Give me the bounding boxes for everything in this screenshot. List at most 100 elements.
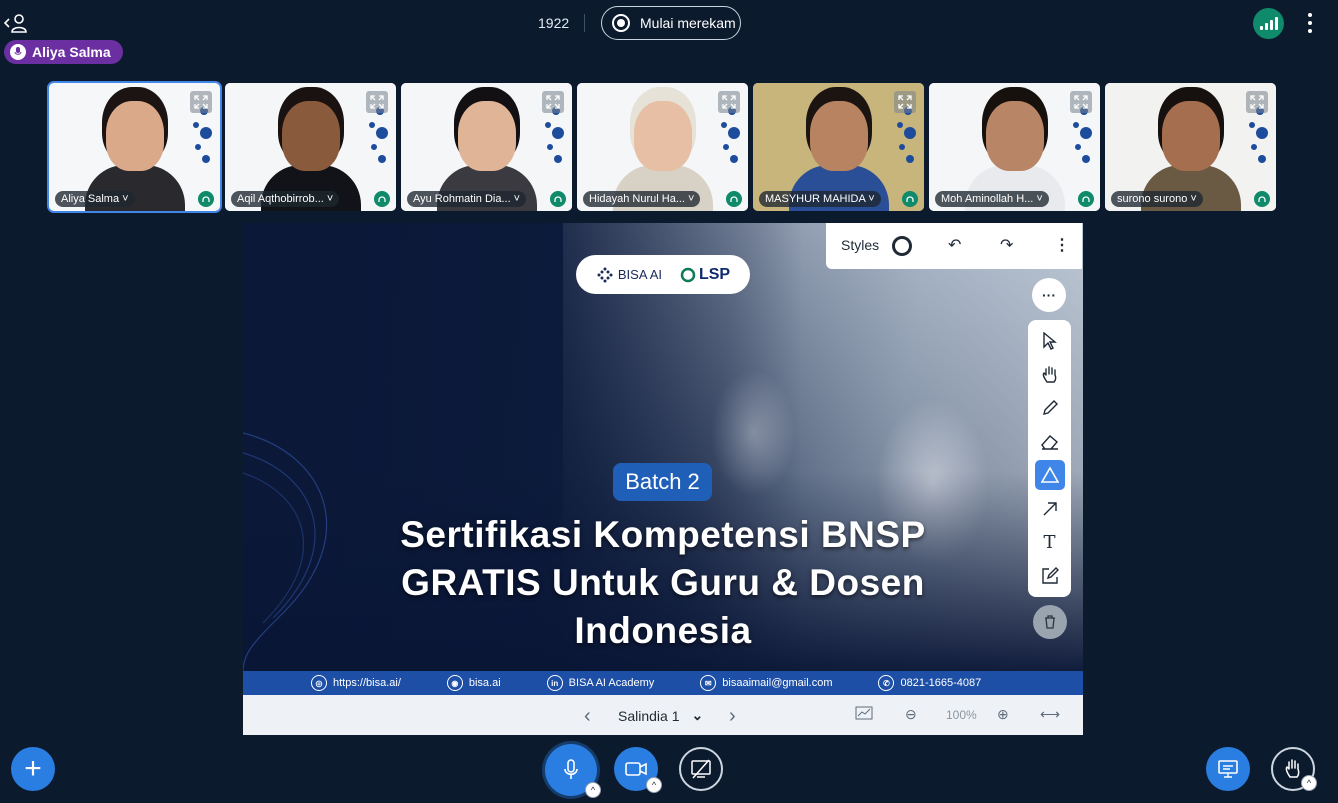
zoom-in-button[interactable]: ⊕	[997, 706, 1009, 723]
expand-icon	[722, 95, 736, 109]
expand-tile-button[interactable]	[718, 91, 740, 113]
microphone-button[interactable]: ^	[545, 744, 601, 798]
linkedin-icon: in	[546, 675, 563, 691]
start-recording-button[interactable]: Mulai merekam	[601, 6, 741, 40]
eraser-tool[interactable]	[1035, 427, 1065, 457]
contact-bar: ◎ https://bisa.ai/ ◉ bisa.ai in BISA AI Acade…	[243, 671, 1083, 695]
active-speaker-chip: Aliya Salma	[4, 40, 123, 64]
participant-name[interactable]: Aqil Aqthobirrob... ˅	[231, 191, 340, 207]
expand-tile-button[interactable]	[1070, 91, 1092, 113]
screen-share-off-icon	[691, 759, 711, 779]
text-tool[interactable]: T	[1035, 527, 1065, 557]
background-dots-decoration	[545, 107, 564, 163]
divider	[584, 14, 585, 32]
next-slide-button[interactable]: ›	[729, 705, 736, 728]
text-icon: T	[1043, 531, 1056, 553]
arrow-tool[interactable]	[1035, 494, 1065, 524]
participants-toggle-button[interactable]	[4, 12, 28, 34]
participant-tile[interactable]: Aliya Salma ˅	[47, 81, 222, 213]
more-options-button[interactable]	[1302, 11, 1318, 35]
more-horizontal-button[interactable]: ···	[1032, 278, 1066, 312]
fit-width-button[interactable]: ⟷	[1040, 706, 1060, 723]
participant-tile[interactable]: surono surono ˅	[1105, 83, 1276, 211]
signal-bars-icon	[1259, 17, 1278, 30]
slide-selector[interactable]: Salindia 1 ⌄	[618, 707, 703, 724]
background-dots-decoration	[721, 107, 740, 163]
participant-tile[interactable]: MASYHUR MAHIDA ˅	[753, 83, 924, 211]
participant-name[interactable]: surono surono ˅	[1111, 191, 1203, 207]
zoom-level: 100%	[946, 708, 977, 722]
mic-options-caret[interactable]: ^	[585, 782, 601, 798]
hand-icon	[1042, 365, 1056, 383]
actions-plus-button[interactable]: +	[11, 747, 55, 791]
expand-icon	[898, 95, 912, 109]
background-dots-decoration	[1073, 107, 1092, 163]
microphone-icon	[564, 759, 578, 779]
zoom-out-button[interactable]: ⊖	[905, 706, 917, 723]
participant-tile[interactable]: Hidayah Nurul Ha... ˅	[577, 83, 748, 211]
redo-icon[interactable]: ↷	[1000, 235, 1013, 255]
pan-tool[interactable]	[1035, 360, 1065, 390]
camera-button[interactable]: ^	[614, 747, 662, 793]
person-head	[809, 101, 868, 171]
note-tool[interactable]	[1035, 561, 1065, 591]
audio-status-icon	[726, 191, 742, 207]
delete-button[interactable]	[1033, 605, 1067, 639]
participant-name[interactable]: Moh Aminollah H... ˅	[935, 191, 1049, 207]
undo-icon[interactable]: ↶	[948, 235, 961, 255]
expand-tile-button[interactable]	[542, 91, 564, 113]
pen-tool[interactable]	[1035, 393, 1065, 423]
arrow-icon	[1043, 501, 1057, 515]
participant-tile[interactable]: Aqil Aqthobirrob... ˅	[225, 83, 396, 211]
expand-tile-button[interactable]	[366, 91, 388, 113]
expand-icon	[1074, 95, 1088, 109]
connection-status-button[interactable]	[1253, 8, 1284, 39]
participant-tile[interactable]: Ayu Rohmatin Dia... ˅	[401, 83, 572, 211]
raise-hand-button[interactable]: ^	[1271, 747, 1317, 791]
expand-tile-button[interactable]	[190, 91, 212, 113]
select-tool[interactable]	[1035, 326, 1065, 356]
expand-tile-button[interactable]	[894, 91, 916, 113]
audio-status-icon	[198, 191, 214, 207]
background-dots-decoration	[369, 107, 388, 163]
camera-options-caret[interactable]: ^	[646, 777, 662, 793]
expand-icon	[194, 95, 208, 109]
contact-item: ✉ bisaaimail@gmail.com	[700, 675, 832, 691]
screen-share-button[interactable]	[679, 747, 723, 791]
background-dots-decoration	[1249, 107, 1268, 163]
participant-tile[interactable]: Moh Aminollah H... ˅	[929, 83, 1100, 211]
participant-name[interactable]: Aliya Salma ˅	[55, 191, 135, 207]
record-label: Mulai merekam	[640, 15, 736, 31]
current-slide-label: Salindia 1	[618, 707, 680, 724]
hand-options-caret[interactable]: ^	[1301, 775, 1317, 791]
participant-name[interactable]: Hidayah Nurul Ha... ˅	[583, 191, 701, 207]
audio-status-icon	[550, 191, 566, 207]
contact-item: ◎ https://bisa.ai/	[311, 675, 401, 691]
audio-status-icon	[1078, 191, 1094, 207]
chevron-down-icon: ⌄	[691, 707, 704, 723]
slide-headline: Sertifikasi Kompetensi BNSP GRATIS Untuk…	[400, 514, 926, 651]
styles-label[interactable]: Styles	[841, 237, 879, 253]
participant-name[interactable]: Ayu Rohmatin Dia... ˅	[407, 191, 527, 207]
expand-tile-button[interactable]	[1246, 91, 1268, 113]
person-head	[1161, 101, 1220, 171]
presentation-slide: BISA AI LSP Batch 2 Sertifikasi Kompeten…	[243, 223, 1083, 671]
previous-slide-button[interactable]: ‹	[584, 705, 591, 728]
batch-badge: Batch 2	[613, 463, 712, 501]
more-vertical-icon[interactable]: ⋮	[1054, 235, 1070, 255]
meeting-id: 1922	[538, 15, 570, 31]
chart-icon[interactable]	[855, 706, 873, 723]
active-speaker-name: Aliya Salma	[32, 44, 111, 60]
shape-tool[interactable]	[1034, 460, 1065, 490]
contact-item: ◉ bisa.ai	[446, 675, 501, 691]
person-head	[633, 101, 692, 171]
expand-icon	[1250, 95, 1264, 109]
background-dots-decoration	[193, 107, 212, 163]
lsp-logo: LSP	[680, 266, 730, 284]
stroke-style-icon[interactable]	[892, 236, 912, 256]
raise-hand-icon	[1285, 759, 1300, 778]
video-camera-icon	[625, 762, 647, 776]
presentation-button[interactable]	[1206, 747, 1250, 791]
participant-name[interactable]: MASYHUR MAHIDA ˅	[759, 191, 881, 207]
partner-logos: BISA AI LSP	[576, 255, 750, 294]
